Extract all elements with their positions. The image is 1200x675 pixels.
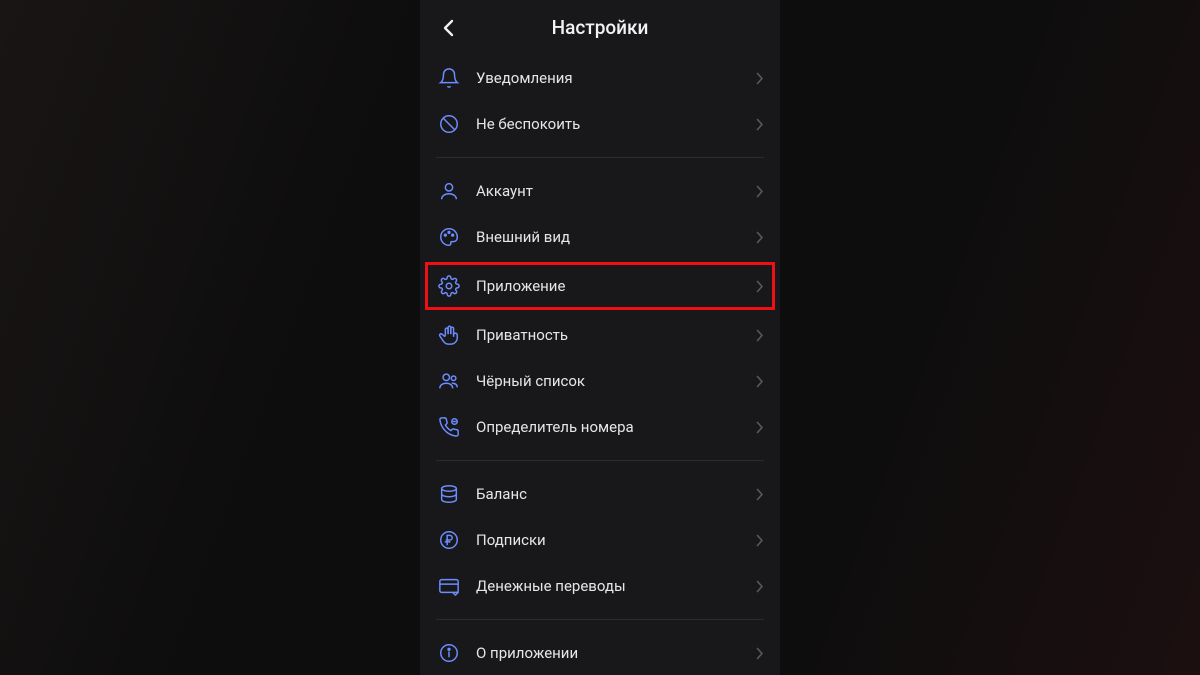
section-notifications: Уведомления Не беспокоить [420,51,780,151]
row-notifications[interactable]: Уведомления [420,55,780,101]
row-dnd[interactable]: Не беспокоить [420,101,780,147]
row-privacy[interactable]: Приватность [420,312,780,358]
chevron-right-icon [756,231,764,244]
row-label: Приложение [476,277,756,295]
back-button[interactable] [434,14,462,42]
chevron-right-icon [756,280,764,293]
header: Настройки [420,0,780,51]
divider [436,460,764,461]
gear-icon [436,273,462,299]
page-title: Настройки [434,16,766,39]
row-about[interactable]: О приложении [420,630,780,675]
row-blacklist[interactable]: Чёрный список [420,358,780,404]
chevron-right-icon [756,185,764,198]
divider [436,619,764,620]
palette-icon [436,224,462,250]
settings-list: Уведомления Не беспокоить [420,51,780,675]
row-label: Баланс [476,485,756,503]
row-label: Не беспокоить [476,115,756,133]
phone-icon [436,414,462,440]
row-label: О приложении [476,644,756,662]
user-icon [436,178,462,204]
chevron-right-icon [756,580,764,593]
row-label: Внешний вид [476,228,756,246]
row-callerid[interactable]: Определитель номера [420,404,780,450]
row-label: Уведомления [476,69,756,87]
coins-icon [436,481,462,507]
section-account: Аккаунт Внешний вид [420,164,780,454]
chevron-right-icon [756,647,764,660]
chevron-right-icon [756,534,764,547]
divider [436,157,764,158]
row-label: Определитель номера [476,418,756,436]
chevron-right-icon [756,421,764,434]
row-label: Аккаунт [476,182,756,200]
card-icon [436,573,462,599]
chevron-right-icon [756,118,764,131]
row-account[interactable]: Аккаунт [420,168,780,214]
ruble-icon [436,527,462,553]
chevron-right-icon [756,329,764,342]
users-icon [436,368,462,394]
no-entry-icon [436,111,462,137]
hand-icon [436,322,462,348]
row-label: Денежные переводы [476,577,756,595]
row-application[interactable]: Приложение [426,263,774,309]
row-appearance[interactable]: Внешний вид [420,214,780,260]
row-label: Подписки [476,531,756,549]
chevron-right-icon [756,375,764,388]
info-icon [436,640,462,666]
bell-icon [436,65,462,91]
settings-panel: Настройки Уведомления [420,0,780,675]
chevron-right-icon [756,488,764,501]
chevron-left-icon [443,19,454,37]
chevron-right-icon [756,72,764,85]
row-subscriptions[interactable]: Подписки [420,517,780,563]
row-label: Приватность [476,326,756,344]
row-transfers[interactable]: Денежные переводы [420,563,780,609]
row-label: Чёрный список [476,372,756,390]
row-balance[interactable]: Баланс [420,471,780,517]
section-money: Баланс Подписки [420,467,780,613]
section-about: О приложении Помощь [420,626,780,675]
